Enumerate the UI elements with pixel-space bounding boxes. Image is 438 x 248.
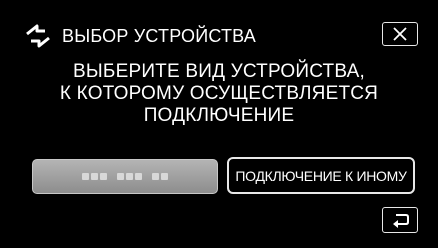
device-selection-screen: ВЫБОР УСТРОЙСТВА ВЫБЕРИТЕ ВИД УСТРОЙСТВА… (0, 0, 438, 248)
instruction-text: ВЫБЕРИТЕ ВИД УСТРОЙСТВА, К КОТОРОМУ ОСУЩ… (0, 61, 438, 127)
back-button[interactable] (382, 207, 418, 233)
masked-device-name-part-1 (82, 173, 107, 180)
close-icon (393, 27, 407, 41)
instruction-line-3: ПОДКЛЮЧЕНИЕ (143, 105, 295, 126)
masked-device-name-part-3 (152, 173, 168, 180)
return-arrow-icon (393, 214, 409, 228)
connection-arrows-icon (26, 24, 50, 48)
masked-device-name-part-2 (117, 173, 142, 180)
instruction-line-2: К КОТОРОМУ ОСУЩЕСТВЛЯЕТСЯ (59, 83, 379, 104)
close-button[interactable] (382, 22, 418, 46)
page-title: ВЫБОР УСТРОЙСТВА (62, 26, 256, 46)
instruction-line-1: ВЫБЕРИТЕ ВИД УСТРОЙСТВА, (73, 61, 365, 82)
connect-other-device-button[interactable]: ПОДКЛЮЧЕНИЕ К ИНОМУ (227, 157, 415, 194)
device-button-disabled[interactable] (32, 159, 218, 194)
